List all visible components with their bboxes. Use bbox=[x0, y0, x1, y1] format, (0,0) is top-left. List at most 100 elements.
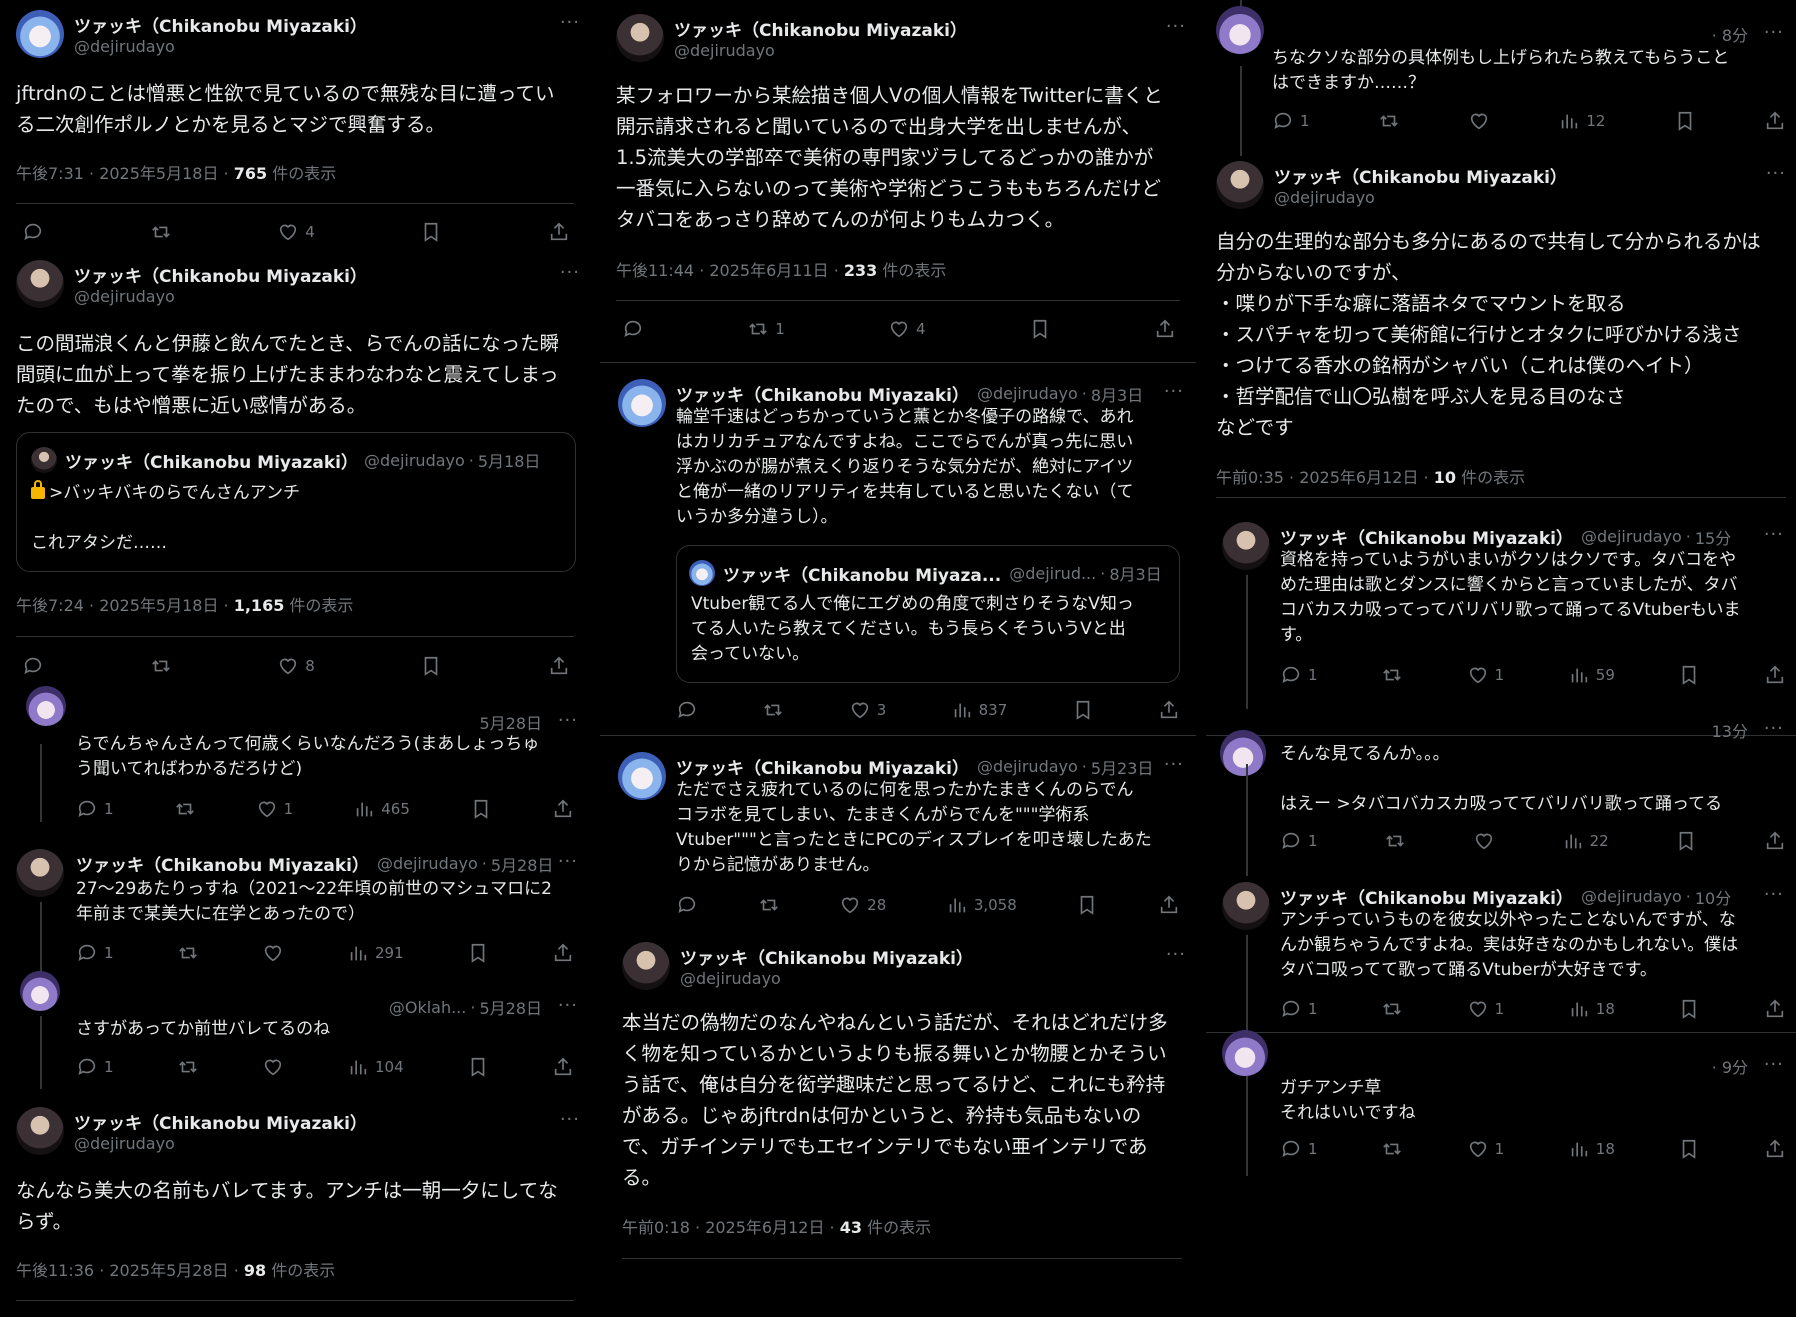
like-icon[interactable] bbox=[262, 942, 284, 964]
bookmark-icon[interactable] bbox=[1029, 318, 1051, 340]
tweet-date[interactable]: 15分 bbox=[1695, 525, 1731, 549]
share-icon[interactable] bbox=[548, 221, 570, 243]
tweet-date[interactable]: · 8分 bbox=[1712, 22, 1748, 46]
more-icon[interactable]: ··· bbox=[1166, 944, 1186, 965]
like-icon[interactable]: 8 bbox=[277, 655, 315, 677]
like-icon[interactable]: 3 bbox=[849, 699, 886, 721]
tweet-date[interactable]: 5月28日 bbox=[479, 995, 542, 1019]
retweet-icon[interactable] bbox=[150, 655, 172, 677]
avatar[interactable] bbox=[1222, 1030, 1268, 1076]
like-icon[interactable]: 28 bbox=[839, 894, 886, 916]
bookmark-icon[interactable] bbox=[420, 221, 442, 243]
retweet-icon[interactable] bbox=[1381, 1138, 1403, 1160]
avatar[interactable] bbox=[16, 260, 64, 308]
bookmark-icon[interactable] bbox=[1678, 1138, 1700, 1160]
author-name[interactable]: ツァッキ（Chikanobu Miyazaki） bbox=[1280, 524, 1573, 549]
share-icon[interactable] bbox=[552, 942, 574, 964]
tweet-date[interactable]: 5月28日 bbox=[491, 852, 554, 876]
avatar[interactable] bbox=[1216, 161, 1264, 209]
share-icon[interactable] bbox=[552, 1056, 574, 1078]
avatar[interactable] bbox=[26, 686, 66, 726]
more-icon[interactable]: ··· bbox=[560, 262, 580, 283]
author-handle[interactable]: @dejirudayo bbox=[680, 969, 973, 988]
retweet-icon[interactable] bbox=[174, 798, 196, 820]
author-handle[interactable]: @dejirudayo bbox=[977, 757, 1078, 776]
views-icon[interactable]: 18 bbox=[1568, 998, 1615, 1020]
views-icon[interactable]: 104 bbox=[347, 1056, 404, 1078]
author-handle[interactable]: @dejirudayo bbox=[377, 854, 478, 873]
retweet-icon[interactable] bbox=[1381, 998, 1403, 1020]
share-icon[interactable] bbox=[1764, 998, 1786, 1020]
more-icon[interactable]: ··· bbox=[1164, 754, 1184, 775]
reply-icon[interactable]: 1 bbox=[1280, 830, 1318, 852]
more-icon[interactable]: ··· bbox=[1764, 524, 1784, 545]
like-icon[interactable] bbox=[1473, 830, 1495, 852]
more-icon[interactable]: ··· bbox=[1764, 22, 1784, 43]
author-name[interactable]: ツァッキ（Chikanobu Miyazaki） bbox=[680, 944, 973, 969]
reply-icon[interactable] bbox=[622, 318, 644, 340]
share-icon[interactable] bbox=[1764, 110, 1786, 132]
avatar[interactable] bbox=[622, 942, 670, 990]
more-icon[interactable]: ··· bbox=[560, 12, 580, 33]
bookmark-icon[interactable] bbox=[420, 655, 442, 677]
retweet-icon[interactable] bbox=[150, 221, 172, 243]
retweet-icon[interactable] bbox=[1378, 110, 1400, 132]
more-icon[interactable]: ··· bbox=[1166, 16, 1186, 37]
author-handle[interactable]: @dejirudayo bbox=[674, 41, 967, 60]
retweet-icon[interactable] bbox=[762, 699, 784, 721]
retweet-icon[interactable] bbox=[1384, 830, 1406, 852]
share-icon[interactable] bbox=[548, 655, 570, 677]
bookmark-icon[interactable] bbox=[1678, 664, 1700, 686]
views-icon[interactable]: 18 bbox=[1568, 1138, 1615, 1160]
avatar[interactable] bbox=[1216, 6, 1264, 54]
author-handle[interactable]: @dejirudayo bbox=[977, 384, 1078, 403]
more-icon[interactable]: ··· bbox=[558, 851, 578, 872]
more-icon[interactable]: ··· bbox=[1764, 1054, 1784, 1075]
tweet-date[interactable]: 13分 bbox=[1712, 718, 1748, 742]
avatar[interactable] bbox=[618, 379, 666, 427]
more-icon[interactable]: ··· bbox=[558, 710, 578, 731]
retweet-icon[interactable] bbox=[177, 942, 199, 964]
author-handle[interactable]: @dejirudayo bbox=[1274, 188, 1567, 207]
views-icon[interactable]: 837 bbox=[951, 699, 1007, 721]
retweet-icon[interactable] bbox=[758, 894, 780, 916]
author-name[interactable]: ツァッキ（Chikanobu Miyazaki） bbox=[74, 1109, 367, 1134]
tweet-date[interactable]: 5月23日 bbox=[1091, 755, 1154, 779]
reply-icon[interactable]: 1 bbox=[76, 942, 114, 964]
author-name[interactable]: ツァッキ（Chikanobu Miyazaki） bbox=[676, 381, 969, 406]
bookmark-icon[interactable] bbox=[467, 1056, 489, 1078]
bookmark-icon[interactable] bbox=[470, 798, 492, 820]
avatar[interactable] bbox=[16, 849, 64, 897]
bookmark-icon[interactable] bbox=[1076, 894, 1098, 916]
share-icon[interactable] bbox=[552, 798, 574, 820]
retweet-icon[interactable] bbox=[1381, 664, 1403, 686]
author-name[interactable]: ツァッキ（Chikanobu Miyazaki） bbox=[76, 851, 369, 876]
views-icon[interactable]: 22 bbox=[1562, 830, 1609, 852]
bookmark-icon[interactable] bbox=[1675, 830, 1697, 852]
views-icon[interactable]: 3,058 bbox=[946, 894, 1017, 916]
author-name[interactable]: ツァッキ（Chikanobu Miyazaki） bbox=[74, 12, 367, 37]
more-icon[interactable]: ··· bbox=[558, 995, 578, 1016]
views-icon[interactable]: 12 bbox=[1558, 110, 1605, 132]
like-icon[interactable] bbox=[262, 1056, 284, 1078]
reply-icon[interactable]: 1 bbox=[1280, 998, 1318, 1020]
author-name[interactable]: ツァッキ（Chikanobu Miyazaki） bbox=[1280, 884, 1573, 909]
author-handle[interactable]: @Oklah... bbox=[389, 998, 467, 1017]
like-icon[interactable]: 1 bbox=[1467, 1138, 1504, 1160]
avatar[interactable] bbox=[20, 971, 60, 1011]
like-icon[interactable]: 1 bbox=[256, 798, 293, 820]
bookmark-icon[interactable] bbox=[1678, 998, 1700, 1020]
avatar[interactable] bbox=[1222, 522, 1270, 570]
author-name[interactable]: ツァッキ（Chikanobu Miyazaki） bbox=[74, 262, 367, 287]
share-icon[interactable] bbox=[1764, 1138, 1786, 1160]
quoted-tweet[interactable]: ツァッキ（Chikanobu Miyaza... @dejirud... · 8… bbox=[676, 545, 1180, 683]
avatar[interactable] bbox=[16, 1107, 64, 1155]
tweet-date[interactable]: · 9分 bbox=[1712, 1054, 1748, 1078]
reply-icon[interactable]: 1 bbox=[76, 798, 114, 820]
like-icon[interactable]: 1 bbox=[1467, 664, 1504, 686]
reply-icon[interactable]: 1 bbox=[1280, 1138, 1318, 1160]
bookmark-icon[interactable] bbox=[467, 942, 489, 964]
share-icon[interactable] bbox=[1158, 894, 1180, 916]
more-icon[interactable]: ··· bbox=[1766, 163, 1786, 184]
more-icon[interactable]: ··· bbox=[1764, 884, 1784, 905]
